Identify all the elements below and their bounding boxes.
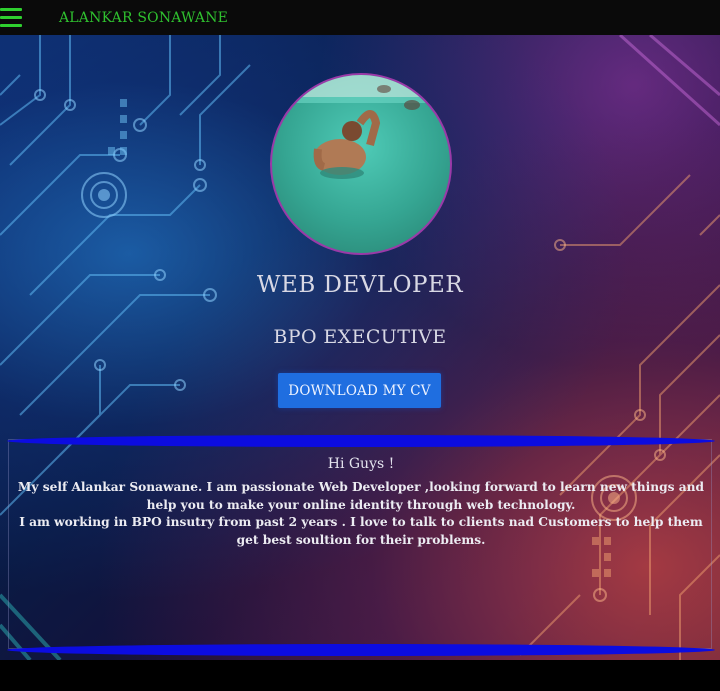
- about-line-2: I am working in BPO insutry from past 2 …: [19, 515, 703, 547]
- bottom-strip: [0, 660, 720, 691]
- about-section: Hi Guys ! My self Alankar Sonawane. I am…: [7, 435, 715, 656]
- top-navbar: ALANKAR SONAWANE: [0, 0, 720, 36]
- brand-link[interactable]: ALANKAR SONAWANE: [59, 10, 228, 26]
- download-cv-button[interactable]: DOWNLOAD MY CV: [278, 373, 441, 408]
- person-swimming-image: [272, 75, 450, 179]
- hamburger-menu-icon[interactable]: [0, 6, 24, 30]
- role-title-primary: WEB DEVLOPER: [256, 272, 464, 298]
- about-top-ribbon: [7, 435, 715, 447]
- role-title-secondary: BPO EXECUTIVE: [273, 326, 447, 348]
- about-bottom-ribbon: [7, 644, 715, 656]
- profile-photo: [270, 73, 452, 255]
- hero-section: WEB DEVLOPER BPO EXECUTIVE DOWNLOAD MY C…: [0, 35, 720, 660]
- about-paragraph: My self Alankar Sonawane. I am passionat…: [11, 479, 711, 549]
- about-line-1: My self Alankar Sonawane. I am passionat…: [17, 480, 705, 512]
- about-greeting: Hi Guys !: [327, 456, 395, 472]
